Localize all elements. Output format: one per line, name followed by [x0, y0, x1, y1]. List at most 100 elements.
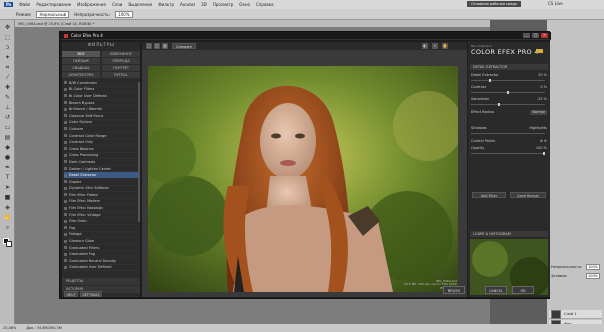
- layer-opacity-field[interactable]: 100%: [585, 263, 600, 270]
- blur-tool-icon[interactable]: ◆: [3, 144, 12, 152]
- favorite-star-icon[interactable]: [64, 153, 67, 157]
- crop-tool-icon[interactable]: ⌗: [3, 64, 12, 72]
- opacity-slider[interactable]: [471, 152, 545, 155]
- filter-list-item[interactable]: Contrast Color Range: [64, 133, 138, 140]
- favorite-star-icon[interactable]: [64, 213, 67, 217]
- split-view-icon[interactable]: ◫: [154, 43, 160, 49]
- eraser-tool-icon[interactable]: ▭: [3, 124, 12, 132]
- close-button[interactable]: ×: [541, 33, 548, 38]
- category-portrait[interactable]: ПОРТРЕТ: [102, 65, 140, 71]
- zoom-readout[interactable]: 25,06%: [3, 326, 16, 330]
- minimize-button[interactable]: _: [523, 33, 530, 38]
- filter-list-item[interactable]: Film Efex: Vintage: [64, 212, 138, 219]
- filter-list-item[interactable]: Film Efex: Modern: [64, 199, 138, 206]
- history-brush-tool-icon[interactable]: ↺: [3, 114, 12, 122]
- favorite-star-icon[interactable]: [64, 199, 67, 203]
- filter-list-item[interactable]: Foliage: [64, 232, 138, 239]
- favorite-star-icon[interactable]: [64, 94, 67, 98]
- category-landscape[interactable]: ПЕЙЗАЖ: [62, 58, 100, 64]
- eyedropper-tool-icon[interactable]: ⁄: [3, 74, 12, 82]
- type-tool-icon[interactable]: T: [3, 174, 12, 182]
- effect-radius-select[interactable]: Normal: [530, 110, 547, 115]
- side-by-side-icon[interactable]: ▥: [162, 43, 168, 49]
- favorite-star-icon[interactable]: [64, 246, 67, 250]
- save-recipe-button[interactable]: Save Recipe: [510, 192, 546, 198]
- hand-icon[interactable]: ✋: [442, 43, 448, 49]
- mode-select[interactable]: Нормальный: [36, 10, 70, 18]
- filter-list-item[interactable]: Glamour Glow: [64, 238, 138, 245]
- favorite-star-icon[interactable]: [64, 206, 67, 210]
- ok-button[interactable]: OK: [512, 286, 534, 294]
- filter-list-item[interactable]: Film Grain: [64, 218, 138, 226]
- zoom-tool-icon[interactable]: ⌕: [3, 224, 12, 232]
- menu-select[interactable]: Выделение: [128, 2, 152, 7]
- menu-filter[interactable]: Фильтр: [158, 2, 174, 7]
- favorite-star-icon[interactable]: [64, 252, 67, 256]
- filter-list-item[interactable]: Cross Balance: [64, 146, 138, 153]
- layer-fill-field[interactable]: 100%: [585, 272, 600, 279]
- category-travel[interactable]: ПУТЕШ.: [102, 72, 140, 78]
- document-tab[interactable]: IMG_0064.psd @ 25,6% (Слой 14, RGB/8) *: [18, 22, 94, 26]
- menu-help[interactable]: Справка: [256, 2, 274, 7]
- menu-file[interactable]: Файл: [19, 2, 30, 7]
- favorite-star-icon[interactable]: [64, 160, 67, 164]
- filter-list-item[interactable]: Bleach Bypass: [64, 100, 138, 107]
- move-tool-icon[interactable]: ✥: [3, 24, 12, 32]
- filter-list-item[interactable]: Dynamic Skin Softener: [64, 186, 138, 193]
- category-all[interactable]: ВСЕ: [62, 51, 100, 57]
- filter-list-item[interactable]: Dark Contrasts: [64, 159, 138, 166]
- favorite-star-icon[interactable]: [64, 232, 67, 236]
- favorite-star-icon[interactable]: [64, 180, 67, 184]
- filter-list-item[interactable]: Graduated Fog: [64, 251, 138, 259]
- favorite-star-icon[interactable]: [64, 186, 67, 190]
- filter-list-item[interactable]: Fog: [64, 225, 138, 232]
- favorite-star-icon[interactable]: [64, 226, 67, 230]
- menu-edit[interactable]: Редактирование: [36, 2, 71, 7]
- stamp-tool-icon[interactable]: ⊥: [3, 104, 12, 112]
- recipes-section[interactable]: РЕЦЕПТЫ: [62, 278, 140, 285]
- filter-section-header[interactable]: DETAIL EXTRACTOR: [470, 64, 548, 70]
- favorite-star-icon[interactable]: [64, 193, 67, 197]
- category-wedding[interactable]: СВАДЬБА: [62, 65, 100, 71]
- filter-list-item[interactable]: Detail Extractor: [64, 172, 138, 179]
- category-architecture[interactable]: АРХИТЕКТУРА: [62, 72, 100, 78]
- brush-tool-icon[interactable]: ✎: [3, 94, 12, 102]
- filter-list-item[interactable]: B/W Conversion: [64, 80, 138, 87]
- opacity-field[interactable]: 100%: [115, 10, 133, 18]
- menu-analysis[interactable]: Анализ: [180, 2, 195, 7]
- favorite-star-icon[interactable]: [64, 101, 67, 105]
- background-color-swatch[interactable]: [6, 241, 12, 247]
- favorite-star-icon[interactable]: [64, 140, 67, 144]
- filter-list-item[interactable]: Bi-Color Filters: [64, 87, 138, 94]
- favorite-star-icon[interactable]: [64, 265, 67, 269]
- filter-list-item[interactable]: Classical Soft Focus: [64, 113, 138, 120]
- contrast-slider[interactable]: [471, 91, 545, 94]
- workspace-button[interactable]: Основная рабочая среда: [467, 1, 521, 7]
- filter-list-item[interactable]: Graduated Filters: [64, 245, 138, 252]
- lasso-tool-icon[interactable]: ↄ: [3, 44, 12, 52]
- detail-extractor-slider[interactable]: [471, 79, 545, 82]
- filter-list-item[interactable]: Cross Processing: [64, 153, 138, 160]
- filter-list-scrollbar[interactable]: [138, 82, 140, 222]
- maximize-button[interactable]: □: [532, 33, 539, 38]
- category-nature[interactable]: ПРИРОДА: [102, 58, 140, 64]
- cancel-button[interactable]: CANCEL: [485, 286, 507, 294]
- cslive-button[interactable]: CS Live: [548, 1, 563, 6]
- favorite-star-icon[interactable]: [64, 173, 67, 177]
- marquee-tool-icon[interactable]: ⬚: [3, 34, 12, 42]
- loupe-histogram-header[interactable]: LOUPE & HISTOGRAM: [470, 231, 548, 237]
- filter-list-item[interactable]: Color Stylizer: [64, 120, 138, 127]
- favorite-star-icon[interactable]: [64, 239, 67, 243]
- filter-list-item[interactable]: Darken / Lighten Center: [64, 166, 138, 173]
- brush-button[interactable]: BRUSH: [443, 286, 465, 294]
- hand-tool-icon[interactable]: ✋: [3, 214, 12, 222]
- favorite-star-icon[interactable]: [64, 259, 67, 263]
- heal-tool-icon[interactable]: ✚: [3, 84, 12, 92]
- favorite-star-icon[interactable]: [64, 87, 67, 91]
- menu-3d[interactable]: 3D: [201, 2, 207, 7]
- menu-layers[interactable]: Слои: [112, 2, 122, 7]
- single-view-icon[interactable]: ▢: [146, 43, 152, 49]
- filter-list-item[interactable]: Film Efex: Nostalgic: [64, 205, 138, 212]
- filter-list-item[interactable]: Film Efex: Faded: [64, 192, 138, 199]
- favorite-star-icon[interactable]: [64, 120, 67, 124]
